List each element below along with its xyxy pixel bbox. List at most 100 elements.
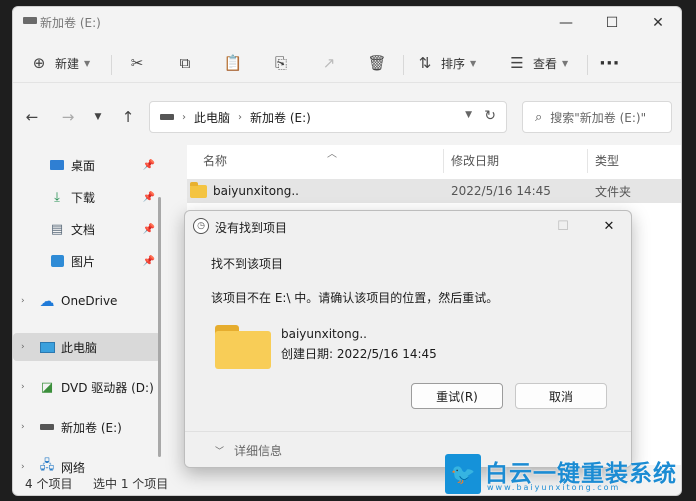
sidebar-item-this-pc[interactable]: › 此电脑 bbox=[13, 333, 161, 361]
toolbar-divider bbox=[403, 55, 404, 75]
toolbar-divider bbox=[587, 55, 588, 75]
up-button[interactable]: ↑ bbox=[115, 105, 141, 129]
selected-count: 选中 1 个项目 bbox=[93, 476, 169, 491]
delete-button[interactable]: 🗑 bbox=[367, 49, 387, 77]
plus-circle-icon: ⊕ bbox=[32, 54, 46, 72]
chevron-right-icon[interactable]: › bbox=[21, 382, 25, 392]
share-icon: ↗ bbox=[322, 54, 336, 72]
refresh-icon[interactable]: ↻ bbox=[484, 108, 496, 124]
dialog-maximize-button[interactable]: ☐ bbox=[543, 215, 583, 237]
minimize-button[interactable]: — bbox=[543, 11, 589, 35]
column-header-modified[interactable]: 修改日期 bbox=[451, 145, 499, 175]
trash-icon: 🗑 bbox=[367, 54, 387, 72]
sidebar-item-drive-e[interactable]: › 新加卷 (E:) bbox=[13, 413, 161, 441]
chevron-down-icon: ▼ bbox=[84, 58, 91, 68]
share-button[interactable]: ↗ bbox=[319, 49, 339, 77]
download-icon: ⤓ bbox=[54, 189, 60, 205]
chevron-down-icon[interactable]: ▼ bbox=[465, 110, 472, 120]
chevron-down-icon: ▼ bbox=[470, 58, 477, 68]
sidebar-item-pictures[interactable]: 图片 📌 bbox=[13, 247, 161, 275]
pin-icon[interactable]: 📌 bbox=[143, 256, 155, 267]
retry-button[interactable]: 重试(R) bbox=[411, 383, 503, 409]
cut-button[interactable]: ✂ bbox=[127, 49, 147, 77]
chevron-down-icon: ▼ bbox=[562, 58, 569, 68]
watermark-url: www.baiyunxitong.com bbox=[487, 483, 621, 492]
rename-icon: ⎘ bbox=[274, 54, 287, 72]
clock-icon: ◷ bbox=[193, 218, 209, 234]
more-options-button[interactable]: ··· bbox=[599, 49, 620, 77]
dialog-message: 该项目不在 E:\ 中。请确认该项目的位置，然后重试。 bbox=[211, 291, 499, 305]
breadcrumb-this-pc[interactable]: 此电脑 bbox=[194, 109, 230, 126]
chevron-right-icon: › bbox=[182, 111, 186, 123]
sort-ascending-icon: ︿ bbox=[327, 149, 337, 160]
pin-icon[interactable]: 📌 bbox=[143, 192, 155, 203]
dialog-item-date: 创建日期: 2022/5/16 14:45 bbox=[281, 347, 437, 361]
maximize-button[interactable]: ☐ bbox=[589, 11, 635, 35]
file-modified: 2022/5/16 14:45 bbox=[451, 184, 551, 198]
folder-icon bbox=[215, 325, 271, 369]
sidebar-item-dvd-drive[interactable]: › ◪ DVD 驱动器 (D:) bbox=[13, 373, 161, 401]
sidebar-item-onedrive[interactable]: › ☁ OneDrive bbox=[13, 287, 161, 315]
folder-icon bbox=[190, 182, 207, 198]
rename-button[interactable]: ⎘ bbox=[271, 49, 291, 77]
chevron-right-icon[interactable]: › bbox=[21, 296, 25, 306]
chevron-right-icon[interactable]: › bbox=[21, 342, 25, 352]
column-header-type[interactable]: 类型 bbox=[595, 145, 619, 175]
new-button[interactable]: ⊕ 新建 ▼ bbox=[29, 49, 90, 77]
desktop-icon bbox=[49, 158, 65, 172]
sort-button[interactable]: ⇅ 排序 ▼ bbox=[415, 49, 476, 77]
column-divider[interactable] bbox=[443, 149, 444, 173]
table-row[interactable]: baiyunxitong.. 2022/5/16 14:45 文件夹 bbox=[187, 179, 681, 203]
details-toggle[interactable]: ﹀ 详细信息 bbox=[215, 442, 282, 459]
item-count: 4 个项目 bbox=[25, 476, 73, 491]
pin-icon[interactable]: 📌 bbox=[143, 224, 155, 235]
recent-locations-button[interactable]: ▼ bbox=[85, 105, 111, 129]
sidebar-item-downloads[interactable]: ⤓ 下载 📌 bbox=[13, 183, 161, 211]
column-divider[interactable] bbox=[587, 149, 588, 173]
chevron-down-icon: ﹀ bbox=[215, 447, 225, 457]
drive-icon bbox=[23, 17, 37, 24]
breadcrumb-drive-e[interactable]: 新加卷 (E:) bbox=[250, 109, 311, 126]
drive-icon bbox=[160, 114, 174, 120]
sidebar-scrollbar[interactable] bbox=[158, 197, 161, 457]
close-button[interactable]: ✕ bbox=[635, 11, 681, 35]
list-view-icon: ☰ bbox=[510, 54, 524, 72]
dialog-title-bar: ◷ 没有找到项目 ☐ ✕ bbox=[185, 211, 631, 241]
watermark: 🐦 白云一键重装系统 www.baiyunxitong.com bbox=[445, 452, 691, 498]
dialog-heading: 找不到该项目 bbox=[211, 257, 284, 271]
sort-arrows-icon: ⇅ bbox=[418, 54, 432, 72]
dvd-icon: ◪ bbox=[40, 379, 54, 395]
document-icon: ▤ bbox=[50, 221, 64, 237]
forward-button[interactable]: → bbox=[55, 105, 81, 129]
file-name: baiyunxitong.. bbox=[213, 184, 299, 198]
drive-icon bbox=[39, 420, 55, 434]
address-bar[interactable]: › 此电脑 › 新加卷 (E:) ▼ ↻ bbox=[149, 101, 507, 133]
item-not-found-dialog: ◷ 没有找到项目 ☐ ✕ 找不到该项目 该项目不在 E:\ 中。请确认该项目的位… bbox=[184, 210, 632, 468]
back-button[interactable]: ← bbox=[19, 105, 45, 129]
sidebar-item-documents[interactable]: ▤ 文档 📌 bbox=[13, 215, 161, 243]
dialog-title: 没有找到项目 bbox=[215, 221, 288, 235]
dialog-item-name: baiyunxitong.. bbox=[281, 327, 367, 341]
picture-icon bbox=[49, 254, 65, 268]
copy-button[interactable]: ⧉ bbox=[175, 49, 195, 77]
toolbar-divider bbox=[111, 55, 112, 75]
sidebar-item-desktop[interactable]: 桌面 📌 bbox=[13, 151, 161, 179]
search-placeholder: 搜索"新加卷 (E:)" bbox=[550, 110, 647, 125]
column-header-name[interactable]: 名称 bbox=[203, 145, 227, 175]
pin-icon[interactable]: 📌 bbox=[143, 160, 155, 171]
chevron-right-icon: › bbox=[238, 111, 243, 123]
cloud-icon: ☁ bbox=[39, 292, 55, 310]
bird-logo-icon: 🐦 bbox=[445, 454, 481, 494]
view-button[interactable]: ☰ 查看 ▼ bbox=[507, 49, 568, 77]
navigation-pane: 桌面 📌 ⤓ 下载 📌 ▤ 文档 📌 图片 📌 › ☁ OneDrive › 此… bbox=[13, 147, 161, 475]
cancel-button[interactable]: 取消 bbox=[515, 383, 607, 409]
search-icon: ⌕ bbox=[535, 109, 543, 125]
search-input[interactable]: ⌕ 搜索"新加卷 (E:)" bbox=[522, 101, 672, 133]
paste-button[interactable]: 📋 bbox=[223, 49, 243, 77]
dialog-close-button[interactable]: ✕ bbox=[589, 215, 629, 237]
computer-icon bbox=[39, 340, 55, 354]
scissors-icon: ✂ bbox=[130, 54, 144, 72]
title-bar: 新加卷 (E:) — ☐ ✕ bbox=[13, 7, 681, 37]
chevron-right-icon[interactable]: › bbox=[21, 422, 25, 432]
command-bar: ⊕ 新建 ▼ ✂ ⧉ 📋 ⎘ ↗ 🗑 ⇅ 排序 ▼ ☰ 查看 ▼ ··· bbox=[13, 43, 681, 83]
